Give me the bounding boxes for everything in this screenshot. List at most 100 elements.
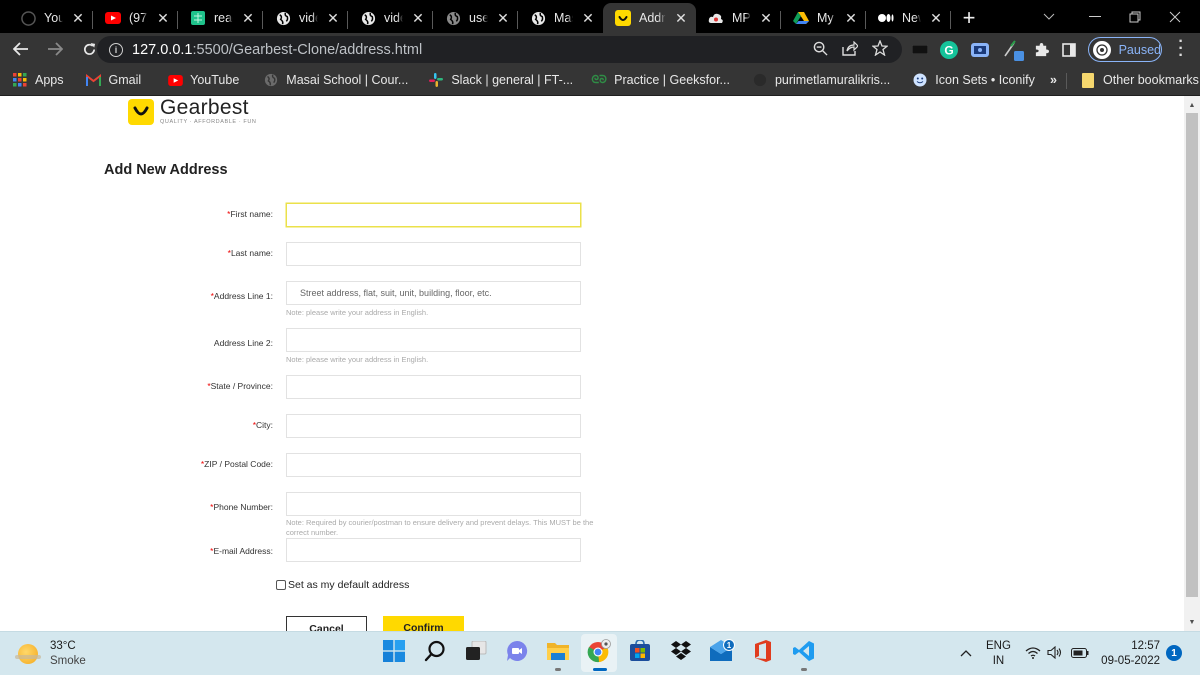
cancel-button[interactable]: Cancel [286,616,367,631]
label-text: Address Line 2: [213,338,273,348]
bookmark-other[interactable]: Other bookmarks [1072,72,1200,88]
grammarly-icon[interactable]: G [940,36,958,63]
close-tab-icon[interactable]: ✕ [326,10,340,27]
bookmark-star-icon[interactable] [871,39,889,59]
default-address-checkbox[interactable] [276,580,286,590]
scroll-down-arrow-icon[interactable]: ▼ [1184,614,1200,630]
bookmark-masai[interactable]: Masai School | Cour... [255,72,416,88]
share-icon[interactable] [842,40,859,59]
tab-users[interactable]: users ✕ [433,3,518,33]
browser-menu-icon[interactable]: · · · [1176,34,1186,64]
start-button[interactable] [376,634,412,672]
last-name-input[interactable] [286,242,581,266]
tab-video-1[interactable]: video ✕ [263,3,348,33]
first-name-input[interactable] [286,203,581,227]
tab-masai[interactable]: Masai ✕ [518,3,603,33]
scroll-up-arrow-icon[interactable]: ▲ [1184,97,1200,113]
profile-paused-button[interactable]: Paused [1088,37,1162,62]
close-tab-icon[interactable]: ✕ [241,10,255,27]
taskbar-search-button[interactable] [417,634,453,672]
bookmark-geeksforgeeks[interactable]: ᘓᘐ Practice | Geeksfor... [583,72,738,88]
bookmark-iconify[interactable]: Icon Sets • Iconify [904,72,1043,88]
vscode-button[interactable] [786,634,822,672]
close-tab-icon[interactable]: ✕ [581,10,595,27]
zoom-icon[interactable] [813,41,828,59]
scrollbar-thumb[interactable] [1186,113,1198,597]
battery-icon[interactable] [1070,647,1089,661]
bookmark-label: Other bookmarks [1103,73,1199,87]
email-input[interactable] [286,538,581,562]
close-tab-icon[interactable]: ✕ [411,10,425,27]
profile-status-label: Paused [1118,42,1161,57]
page-scrollbar[interactable]: ▲ ▼ [1184,96,1200,631]
task-view-button[interactable] [458,634,494,672]
zip-input[interactable] [286,453,581,477]
notification-badge[interactable]: 1 [1166,645,1182,661]
file-explorer-button[interactable] [540,634,576,672]
extension-media-icon[interactable] [912,36,928,63]
close-tab-icon[interactable]: ✕ [71,10,85,27]
phone-input[interactable] [286,492,581,516]
bookmark-github-profile[interactable]: purimetlamuralikris... [744,72,898,88]
dropbox-button[interactable] [663,634,699,672]
volume-icon[interactable] [1047,645,1063,662]
tab-label: MP4 [732,11,751,25]
mail-badge: 1 [727,641,732,650]
weather-widget[interactable]: 33°C Smoke [15,639,86,669]
taskbar-apps: 1 [376,634,822,672]
side-panel-icon[interactable] [1061,36,1077,63]
address-bar[interactable]: i 127.0.0.1:5500/Gearbest-Clone/address.… [97,36,902,63]
close-tab-icon[interactable]: ✕ [844,10,858,27]
close-tab-icon[interactable]: ✕ [759,10,773,27]
slack-icon [428,72,444,88]
screen-recorder-icon[interactable] [971,36,989,63]
default-address-option[interactable]: Set as my default address [276,579,409,591]
state-input[interactable] [286,375,581,399]
city-input[interactable] [286,414,581,438]
wifi-icon[interactable] [1025,646,1041,662]
url-host: 127.0.0.1 [132,41,193,58]
tab-address-active[interactable]: Address ✕ [603,3,696,33]
bookmark-youtube[interactable]: YouTube [159,72,247,88]
tab-video-2[interactable]: video ✕ [348,3,433,33]
bookmark-gmail[interactable]: Gmail [78,72,150,88]
close-tab-icon[interactable]: ✕ [496,10,510,27]
color-picker-icon[interactable] [1003,36,1025,63]
bookmarks-overflow-button[interactable]: » [1042,73,1065,87]
tab-new[interactable]: New ✕ [866,3,951,33]
teams-chat-button[interactable] [499,634,535,672]
confirm-button[interactable]: Confirm [383,616,464,631]
chrome-button[interactable] [581,634,617,672]
address-line-1-input[interactable] [286,281,581,305]
office-button[interactable] [745,634,781,672]
address-line-2-input[interactable] [286,328,581,352]
close-tab-icon[interactable]: ✕ [929,10,943,27]
input-language[interactable]: ENG IN [986,639,1011,669]
task-view-icon [465,640,487,666]
gearbest-logo[interactable]: Gearbest QUALITY · AFFORDABLE · FUN [128,97,256,125]
tab-github[interactable]: Your ✕ [8,3,93,33]
show-hidden-icons-chevron-icon[interactable] [960,648,972,660]
tab-my-drive[interactable]: My Drive ✕ [781,3,866,33]
taskbar-clock[interactable]: 12:57 09-05-2022 [1098,639,1160,669]
page-title: Add New Address [104,162,228,178]
teams-chat-icon [506,640,528,667]
mail-button[interactable]: 1 [704,634,740,672]
tab-mp4[interactable]: MP4 ✕ [696,3,781,33]
tab-readme[interactable]: readme ✕ [178,3,263,33]
extensions-puzzle-icon[interactable] [1033,36,1049,63]
url-path: :5500/Gearbest-Clone/address.html [192,41,423,58]
bookmark-slack[interactable]: Slack | general | FT-... [420,72,581,88]
new-tab-button[interactable]: + [951,3,987,33]
microsoft-store-button[interactable] [622,634,658,672]
close-tab-icon[interactable]: ✕ [156,10,170,27]
tab-search-chevron-icon[interactable] [1026,0,1072,33]
site-info-icon[interactable]: i [109,42,123,57]
close-window-icon[interactable] [1152,0,1198,33]
forward-button[interactable] [40,34,70,64]
close-tab-icon[interactable]: ✕ [674,10,688,27]
back-button[interactable] [6,34,36,64]
tab-youtube[interactable]: (972) ✕ [93,3,178,33]
youtube-icon [105,10,121,26]
bookmark-apps[interactable]: Apps [0,72,72,88]
